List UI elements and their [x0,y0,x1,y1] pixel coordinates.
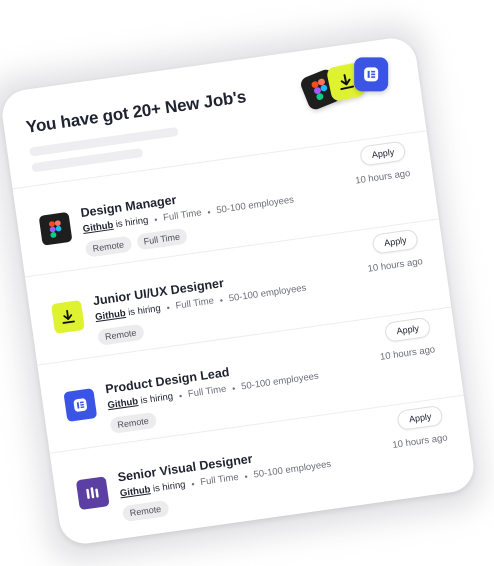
company-size: 50-100 employees [240,370,320,393]
company-size: 50-100 employees [252,458,332,481]
posted-time: 10 hours ago [366,256,424,275]
apply-button[interactable]: Apply [384,316,432,343]
separator-dot: • [243,470,249,482]
tag-remote: Remote [97,323,145,346]
elementor-icon [63,388,98,422]
job-tags: Remote [121,499,170,523]
hiring-label: is hiring [139,391,174,407]
app-icon-stack [298,48,399,116]
job-type: Full Time [199,471,240,489]
tag-full-time: Full Time [135,227,188,251]
job-type: Full Time [174,295,215,312]
elementor-icon [354,57,389,92]
visual-icon [75,476,110,511]
hiring-label: is hiring [115,214,150,231]
separator-dot: • [219,294,224,306]
job-type: Full Time [162,207,203,224]
job-type: Full Time [187,383,228,400]
separator-dot: • [165,302,171,313]
separator-dot: • [190,478,196,489]
posted-time: 10 hours ago [379,344,436,363]
page-title: You have got 20+ New Job's [24,87,248,137]
figma-icon [38,211,73,246]
posted-time: 10 hours ago [391,432,449,451]
posted-time: 10 hours ago [354,167,412,187]
company-link[interactable]: Github [82,220,114,235]
job-list: Design Manager Github is hiring • Full T… [12,130,477,541]
job-tags: Remote [97,323,145,346]
company-size: 50-100 employees [228,282,308,305]
hiring-label: is hiring [127,302,162,319]
apply-button[interactable]: Apply [396,404,444,431]
tag-remote: Remote [121,499,170,523]
company-link[interactable]: Github [95,308,127,323]
separator-dot: • [231,382,237,394]
separator-dot: • [206,206,212,217]
apply-button[interactable]: Apply [359,140,407,167]
apply-button[interactable]: Apply [371,228,419,255]
company-link[interactable]: Github [107,396,139,411]
jobs-card: You have got 20+ New Job's Design Manage… [0,35,477,547]
job-tags: Remote [109,411,157,434]
download-icon [51,299,85,334]
company-link[interactable]: Github [119,484,151,499]
company-size: 50-100 employees [215,194,295,217]
separator-dot: • [178,390,183,401]
tag-remote: Remote [84,235,132,258]
hiring-label: is hiring [152,479,187,495]
separator-dot: • [153,214,159,225]
tag-remote: Remote [109,411,157,434]
